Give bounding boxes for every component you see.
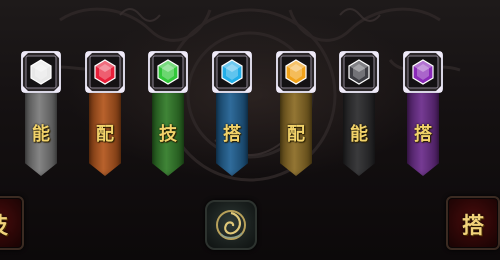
gem-banner-label: 能 [32,124,50,145]
gem-icon [148,51,188,93]
gem-banner: 配 [89,90,121,176]
right-skill-button[interactable]: 搭 [446,196,500,250]
gem-banner-label: 配 [96,124,114,145]
gem-icon [21,51,61,93]
gem-icon [403,51,443,93]
gem-banner: 能 [343,90,375,176]
gem-icon [339,51,379,93]
gem-slot[interactable]: 配 [82,50,128,178]
gem-banner: 搭 [407,90,439,176]
gem-slot[interactable]: 技 [145,50,191,178]
gem-banner: 技 [152,90,184,176]
gem-banner-label: 搭 [414,124,432,145]
game-screen: 能配技搭配能搭 技 搭 [0,0,500,260]
gem-banner: 配 [280,90,312,176]
gem-icon [85,51,125,93]
left-skill-button[interactable]: 技 [0,196,24,250]
right-skill-label: 搭 [461,213,484,239]
gem-slot[interactable]: 搭 [400,50,446,178]
gem-slot[interactable]: 配 [273,50,319,178]
gem-banner-label: 能 [350,124,368,145]
gem-slot[interactable]: 能 [336,50,382,178]
gem-banner-label: 技 [159,124,177,145]
gem-icon [276,51,316,93]
gem-banner-label: 搭 [223,124,241,145]
gem-banner-label: 配 [287,124,305,145]
gem-banner: 能 [25,90,57,176]
gem-slot[interactable]: 搭 [209,50,255,178]
gem-slot[interactable]: 能 [18,50,64,178]
gem-banner: 搭 [216,90,248,176]
gem-icon [212,51,252,93]
center-emblem-button[interactable] [205,200,257,250]
swirl-emblem-icon [216,210,246,240]
left-skill-label: 技 [0,208,22,240]
